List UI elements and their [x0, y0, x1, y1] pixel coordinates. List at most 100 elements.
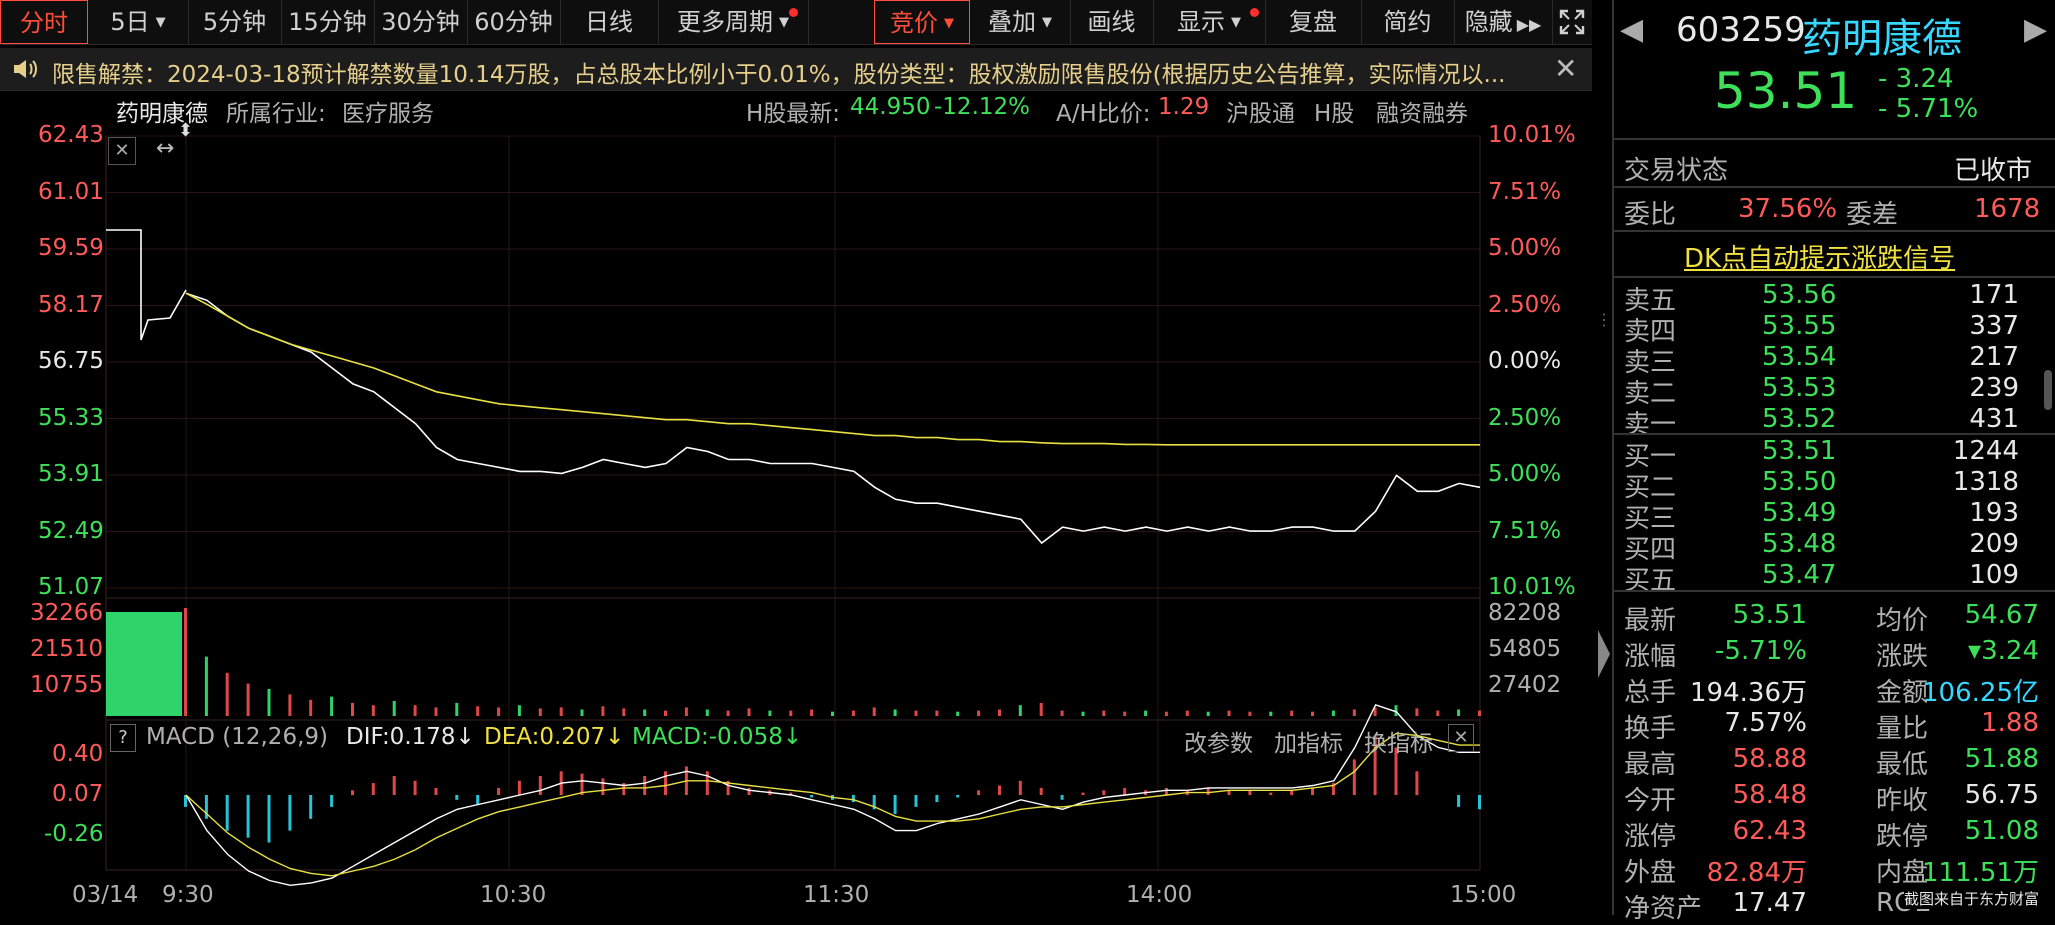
- x-axis-tick: 14:00: [1126, 882, 1193, 908]
- bid-price[interactable]: 53.47: [1762, 560, 1836, 590]
- volume-bar: [1248, 711, 1252, 716]
- divider: [1614, 276, 2055, 278]
- macd-histogram-bar: [246, 795, 250, 838]
- stat-label: 涨停: [1624, 822, 1677, 852]
- macd-histogram-bar: [351, 790, 354, 796]
- macd-histogram-bar: [225, 795, 229, 831]
- macd-histogram-bar: [643, 776, 647, 795]
- stat-label: 昨收: [1876, 786, 1929, 816]
- volume-bar: [1436, 710, 1440, 716]
- volume-bar: [914, 710, 918, 716]
- volume-bar: [1394, 705, 1398, 716]
- scrollbar-handle[interactable]: [2044, 370, 2052, 410]
- help-icon[interactable]: ?: [110, 724, 136, 752]
- bid-price[interactable]: 53.48: [1762, 529, 1836, 559]
- volume-bar: [789, 710, 793, 716]
- weicha-label: 委差: [1846, 200, 1899, 230]
- volume-bar: [977, 710, 981, 716]
- auction-volume: [106, 612, 182, 716]
- volume-bar: [1123, 711, 1127, 716]
- ask-volume: 239: [1969, 373, 2019, 403]
- stat-value: -5.71%: [1715, 636, 1807, 666]
- volume-bar: [643, 709, 647, 716]
- volume-bar: [1478, 710, 1481, 716]
- bid-price[interactable]: 53.50: [1762, 467, 1836, 497]
- stat-label: 净资产: [1624, 894, 1703, 924]
- vertical-drag-icon[interactable]: ⬍: [178, 120, 193, 141]
- ask-price[interactable]: 53.52: [1762, 404, 1836, 434]
- volume-axis-tick: 54805: [1488, 636, 1562, 662]
- watermark: 截图来自于东方财富: [1904, 888, 2040, 909]
- stat-label: 均价: [1876, 606, 1929, 636]
- divider: [1614, 138, 2055, 140]
- macd-histogram-bar: [497, 787, 501, 795]
- switch-indicator-button[interactable]: 换指标: [1364, 724, 1433, 758]
- volume-axis-tick: 27402: [1488, 672, 1562, 698]
- macd-histogram-bar: [1290, 790, 1294, 796]
- prev-stock-icon[interactable]: ◀: [1620, 12, 1643, 47]
- stat-value: 1.88: [1981, 708, 2039, 738]
- macd-histogram-bar: [1248, 790, 1252, 796]
- horizontal-resize-icon[interactable]: ↔: [156, 136, 174, 161]
- change-params-button[interactable]: 改参数: [1184, 724, 1253, 758]
- ask-volume: 171: [1969, 280, 2019, 310]
- macd-histogram-bar: [1415, 771, 1419, 796]
- divider: [1614, 186, 2055, 188]
- close-icon[interactable]: ✕: [108, 137, 136, 165]
- x-axis-tick: 03/14: [72, 882, 139, 908]
- divider: [1614, 230, 2055, 232]
- macd-histogram-bar: [1164, 787, 1168, 795]
- volume-bar: [851, 710, 855, 716]
- macd-indicator-label[interactable]: MACD (12,26,9): [146, 724, 328, 750]
- volume-bar: [1331, 710, 1335, 716]
- x-axis-tick: 9:30: [162, 882, 214, 908]
- add-indicator-button[interactable]: 加指标: [1274, 724, 1343, 758]
- volume-bar: [622, 708, 626, 716]
- dk-signal-link[interactable]: DK点自动提示涨跌信号: [1684, 238, 1955, 275]
- volume-bar: [747, 708, 751, 716]
- volume-bar: [1457, 709, 1461, 716]
- stat-value: ▾3.24: [1968, 636, 2039, 666]
- volume-axis-tick: 32266: [30, 600, 104, 626]
- volume-bar: [601, 706, 605, 716]
- macd-value: MACD:-0.058↓: [632, 724, 803, 750]
- bid-price[interactable]: 53.51: [1762, 436, 1836, 466]
- macd-histogram-bar: [956, 795, 960, 798]
- bid-price[interactable]: 53.49: [1762, 498, 1836, 528]
- macd-histogram-bar: [664, 771, 667, 796]
- volume-bar: [831, 711, 834, 716]
- stat-value: 51.88: [1964, 744, 2039, 774]
- stock-code: 603259: [1676, 10, 1806, 50]
- stat-value: 54.67: [1964, 600, 2039, 630]
- stat-label: 外盘: [1624, 858, 1677, 888]
- close-icon[interactable]: ✕: [1448, 724, 1474, 752]
- volume-bar: [1185, 710, 1189, 716]
- macd-histogram-bar: [1352, 759, 1356, 795]
- macd-histogram-bar: [538, 776, 542, 795]
- volume-bar: [1060, 710, 1064, 716]
- next-stock-icon[interactable]: ▶: [2024, 12, 2047, 47]
- stat-value: 62.43: [1732, 816, 1807, 846]
- macd-histogram-bar: [1269, 792, 1273, 795]
- volume-bar: [1144, 710, 1148, 716]
- divider: [1614, 433, 2055, 435]
- collapse-arrow-icon[interactable]: [1598, 630, 1610, 678]
- volume-bar: [893, 709, 897, 716]
- intraday-chart[interactable]: [0, 0, 1592, 915]
- macd-histogram-bar: [267, 795, 271, 843]
- ask-price[interactable]: 53.53: [1762, 373, 1836, 403]
- volume-axis-tick: 21510: [30, 636, 104, 662]
- price-change-pct: - 5.71%: [1878, 94, 1979, 124]
- macd-histogram-bar: [601, 778, 605, 795]
- volume-bar: [184, 608, 187, 716]
- volume-bar: [1081, 711, 1085, 716]
- macd-histogram-bar: [580, 773, 584, 795]
- ask-price[interactable]: 53.54: [1762, 342, 1836, 372]
- volume-bar: [1269, 711, 1273, 716]
- volume-bar: [1415, 708, 1419, 716]
- macd-histogram-bar: [1102, 790, 1106, 796]
- ask-price[interactable]: 53.55: [1762, 311, 1836, 341]
- ask-price[interactable]: 53.56: [1762, 280, 1836, 310]
- stat-value: 58.48: [1732, 780, 1807, 810]
- volume-bar: [664, 710, 667, 716]
